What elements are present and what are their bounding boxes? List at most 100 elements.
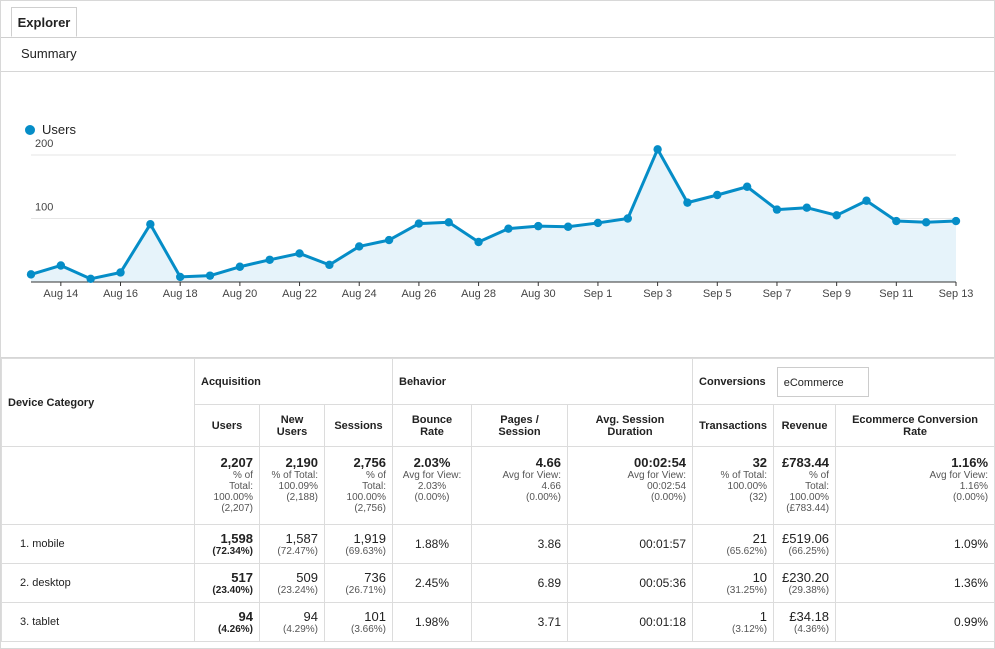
data-point [504,224,513,233]
data-point [384,235,394,245]
col-sessions[interactable]: Sessions [324,404,393,447]
row-label-desktop[interactable]: 2. desktop [1,563,195,603]
x-tick-label: Sep 3 [643,288,672,300]
cell-pages: 3.86 [471,524,568,564]
cell-bounce: 1.88% [392,524,472,564]
col-revenue[interactable]: Revenue [773,404,837,447]
x-tick-label: Sep 1 [584,288,613,300]
cell-revenue: £34.18 (4.36%) [773,602,837,642]
data-point [772,205,782,214]
users-line-chart: 200 100 Aug 14 Aug 16 Aug 18 Aug 20 Aug 22 Aug … [26,138,974,300]
total-transactions: 32 % of Total: 100.00% (32) [692,446,775,525]
data-point [56,261,66,270]
col-ecr[interactable]: Ecommerce Conversion Rate [835,404,995,447]
x-tick-label: Sep 7 [763,288,792,300]
x-tick-label: Sep 9 [822,288,851,300]
data-point [175,272,185,282]
cell-transactions: 10 (31.25%) [692,563,775,603]
col-bounce-rate[interactable]: Bounce Rate [392,404,472,447]
total-users: 2,207 % of Total: 100.00% (2,207) [194,446,260,525]
data-point [563,222,573,231]
users-chart: Users 200 100 Aug 14 Aug 16 Aug 18 Aug 20 Aug … [1,73,994,358]
data-point [474,237,483,247]
x-tick-label: Aug 26 [401,288,436,300]
ecommerce-select[interactable]: eCommerce [776,366,869,397]
cell-new-users: 509 (23.24%) [259,563,325,603]
col-avg-session[interactable]: Avg. Session Duration [566,404,694,447]
cell-users: 517 (23.40%) [194,563,260,603]
cell-ecr: 1.09% [835,524,995,564]
col-pages-session[interactable]: Pages / Session [471,404,568,447]
total-revenue: £783.44 % of Total: 100.00% (£783.44) [773,446,837,525]
total-pages-session: 4.66 Avg for View: 4.66 (0.00%) [471,446,568,525]
tab-bar: Explorer [1,1,994,38]
cell-ecr: 0.99% [835,602,995,642]
data-point [26,270,36,279]
cell-sessions: 101 (3.66%) [324,602,393,642]
explorer-panel: Explorer Summary Users 200 100 Aug 14 Aug 1… [0,0,995,649]
cell-duration: 00:05:36 [566,563,694,603]
data-point [832,211,841,220]
device-category-header[interactable]: Device Category [1,358,195,447]
cell-ecr: 1.36% [835,563,995,603]
x-tick-label: Aug 30 [521,288,556,300]
summary-link[interactable]: Summary [1,38,994,72]
tab-explorer[interactable]: Explorer [11,7,77,37]
data-point [534,221,543,231]
total-new-users: 2,190 % of Total: 100.09% (2,188) [259,446,325,525]
data-point [325,260,334,270]
data-point [265,255,274,264]
cell-pages: 3.71 [471,602,568,642]
cell-revenue: £519.06 (66.25%) [773,524,837,564]
x-tick-label: Sep 5 [703,288,732,300]
data-point [862,196,871,205]
x-tick-label: Aug 22 [282,288,317,300]
data-point [892,216,901,226]
data-point [146,220,155,229]
totals-label-cell [1,446,195,525]
table-row: 2. desktop 517 (23.40%) 509 (23.24%) 736 (2… [1,563,995,603]
data-point [683,198,692,207]
behavior-group-header: Behavior [391,358,694,405]
col-new-users[interactable]: New Users [259,404,325,447]
y-tick-label: 100 [35,202,53,214]
cell-new-users: 94 (4.29%) [259,602,325,642]
chart-legend: Users [25,122,76,137]
table-row: 1. mobile 1,598 (72.34%) 1,587 (72.47%) 1,… [1,524,995,564]
col-transactions[interactable]: Transactions [692,404,775,447]
cell-duration: 00:01:57 [566,524,694,564]
data-point [86,274,95,284]
cell-bounce: 2.45% [392,563,472,603]
cell-duration: 00:01:18 [566,602,694,642]
total-sessions: 2,756 % of Total: 100.00% (2,756) [324,446,393,525]
total-ecr: 1.16% Avg for View: 1.16% (0.00%) [835,446,995,525]
cell-sessions: 736 (26.71%) [324,563,393,603]
row-label-mobile[interactable]: 1. mobile [1,524,195,564]
y-tick-label: 200 [35,138,53,150]
data-point [414,219,424,228]
device-category-table: Device Category Acquisition Behavior Con… [1,358,995,642]
x-tick-label: Sep 13 [939,288,974,300]
x-tick-label: Sep 11 [879,288,913,300]
conversions-group-header: Conversions eCommerce [692,358,995,405]
cell-users: 1,598 (72.34%) [194,524,260,564]
cell-new-users: 1,587 (72.47%) [259,524,325,564]
data-point [205,271,215,280]
x-tick-label: Aug 16 [103,288,138,300]
data-point [921,218,931,227]
total-bounce-rate: 2.03% Avg for View: 2.03% (0.00%) [392,446,472,525]
cell-transactions: 21 (65.62%) [692,524,775,564]
acquisition-group-header: Acquisition [194,358,393,405]
table-row: 3. tablet 94 (4.26%) 94 (4.29%) 101 (3.66%)… [1,602,995,642]
x-tick-label: Aug 20 [222,288,257,300]
data-point [593,218,603,228]
x-tick-label: Aug 28 [461,288,496,300]
row-label-tablet[interactable]: 3. tablet [1,602,195,642]
col-users[interactable]: Users [194,404,260,447]
cell-bounce: 1.98% [392,602,472,642]
data-point [951,216,961,226]
data-point [742,182,752,191]
data-point [444,218,453,227]
data-point [713,190,722,200]
cell-sessions: 1,919 (69.63%) [324,524,393,564]
